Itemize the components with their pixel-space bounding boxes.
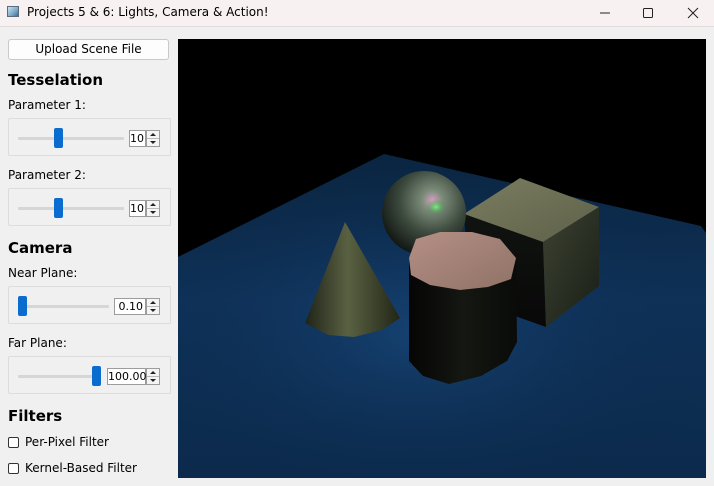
tesselation-heading: Tesselation [8, 71, 104, 89]
per-pixel-filter-label: Per-Pixel Filter [25, 435, 109, 449]
render-viewport[interactable] [178, 39, 706, 478]
far-plane-label: Far Plane: [8, 336, 67, 350]
control-panel: Upload Scene File Tesselation Parameter … [0, 27, 178, 486]
near-plane-slider-handle[interactable] [18, 296, 27, 316]
per-pixel-filter-option[interactable]: Per-Pixel Filter [8, 435, 109, 449]
near-plane-label: Near Plane: [8, 266, 78, 280]
kernel-based-filter-checkbox[interactable] [8, 462, 19, 474]
parameter2-increment-button[interactable] [147, 201, 159, 209]
chevron-down-icon [150, 211, 156, 214]
parameter1-increment-button[interactable] [147, 131, 159, 139]
chevron-up-icon [150, 203, 156, 206]
parameter1-label: Parameter 1: [8, 98, 86, 112]
camera-heading: Camera [8, 239, 73, 257]
parameter2-decrement-button[interactable] [147, 209, 159, 216]
close-icon [687, 7, 699, 19]
kernel-based-filter-option[interactable]: Kernel-Based Filter [8, 461, 137, 475]
far-plane-slider-handle[interactable] [92, 366, 101, 386]
chevron-down-icon [150, 379, 156, 382]
chevron-down-icon [150, 309, 156, 312]
parameter2-slider-track[interactable] [18, 207, 124, 210]
parameter1-slider-track[interactable] [18, 137, 124, 140]
chevron-up-icon [150, 133, 156, 136]
far-plane-decrement-button[interactable] [147, 377, 159, 384]
parameter1-control: 10 [8, 118, 171, 156]
window-title: Projects 5 & 6: Lights, Camera & Action! [27, 5, 269, 19]
chevron-up-icon [150, 371, 156, 374]
far-plane-control: 100.00 [8, 356, 171, 394]
far-plane-slider-track[interactable] [18, 375, 101, 378]
near-plane-control: 0.10 [8, 286, 171, 324]
parameter2-slider-handle[interactable] [54, 198, 63, 218]
parameter1-slider-handle[interactable] [54, 128, 63, 148]
parameter2-spinbox[interactable]: 10 [129, 200, 146, 217]
far-plane-spin-buttons [146, 368, 160, 385]
kernel-based-filter-label: Kernel-Based Filter [25, 461, 137, 475]
maximize-button[interactable] [625, 0, 671, 26]
minimize-icon [600, 12, 610, 14]
near-plane-increment-button[interactable] [147, 299, 159, 307]
parameter1-decrement-button[interactable] [147, 139, 159, 146]
per-pixel-filter-checkbox[interactable] [8, 436, 19, 448]
scene-render [178, 154, 706, 478]
upload-scene-button[interactable]: Upload Scene File [8, 39, 169, 60]
cylinder-object [409, 232, 517, 384]
near-plane-spin-buttons [146, 298, 160, 315]
app-window-icon [7, 6, 19, 17]
far-plane-spinbox[interactable]: 100.00 [107, 368, 147, 385]
near-plane-slider-track[interactable] [18, 305, 109, 308]
parameter2-label: Parameter 2: [8, 168, 86, 182]
parameter1-spin-buttons [146, 130, 160, 147]
chevron-up-icon [150, 301, 156, 304]
near-plane-spinbox[interactable]: 0.10 [114, 298, 146, 315]
parameter1-spinbox[interactable]: 10 [129, 130, 146, 147]
maximize-icon [643, 8, 653, 18]
near-plane-decrement-button[interactable] [147, 307, 159, 314]
close-button[interactable] [670, 0, 714, 26]
filters-heading: Filters [8, 407, 63, 425]
minimize-button[interactable] [582, 0, 628, 26]
title-bar: Projects 5 & 6: Lights, Camera & Action! [0, 0, 714, 27]
far-plane-increment-button[interactable] [147, 369, 159, 377]
parameter2-control: 10 [8, 188, 171, 226]
parameter2-spin-buttons [146, 200, 160, 217]
chevron-down-icon [150, 141, 156, 144]
